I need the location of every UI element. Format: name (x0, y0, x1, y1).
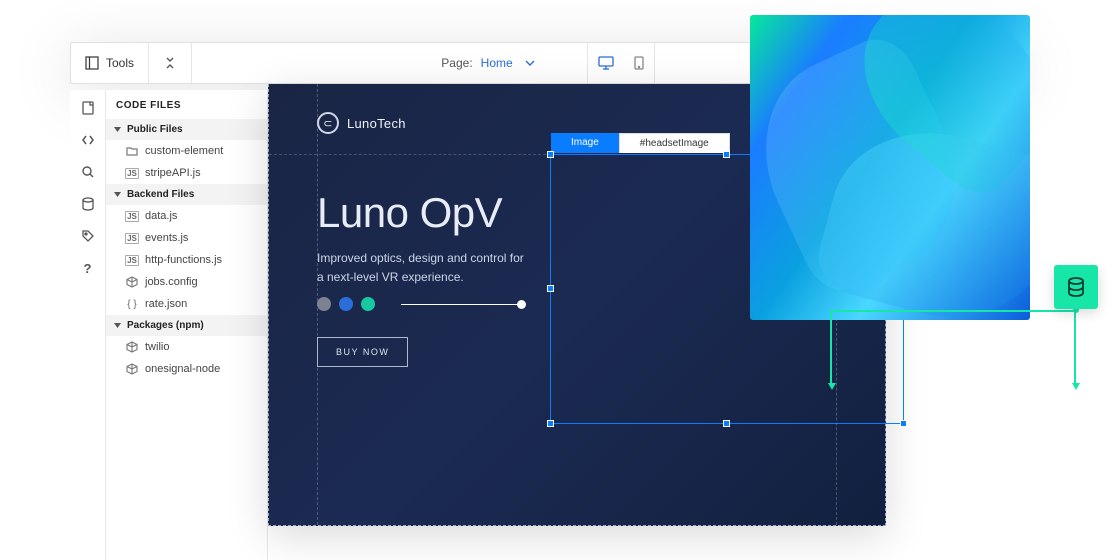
brand-logo-group[interactable]: ⊂ LunoTech (317, 112, 406, 134)
floating-preview-image[interactable] (750, 15, 1030, 320)
database-node[interactable] (1054, 265, 1098, 309)
page-label: Page: (441, 56, 472, 70)
js-icon: JS (126, 254, 138, 266)
caret-down-icon (114, 191, 121, 198)
config-icon (126, 276, 138, 288)
file-tree-item[interactable]: onesignal-node (106, 358, 267, 380)
pkg-icon (126, 363, 138, 375)
connector-line (830, 310, 1076, 312)
caret-down-icon (114, 322, 121, 329)
file-tree-item[interactable]: JS events.js (106, 227, 267, 249)
connector-line (1074, 310, 1076, 385)
json-icon: { } (126, 298, 138, 310)
collapse-button[interactable] (149, 56, 191, 70)
rail-help-icon[interactable]: ? (80, 260, 96, 276)
page-name: Home (481, 56, 513, 70)
file-tree-item[interactable]: { } rate.json (106, 293, 267, 315)
file-tree-item[interactable]: twilio (106, 336, 267, 358)
chevron-down-icon (525, 60, 535, 66)
resize-handle-se[interactable] (900, 420, 907, 427)
js-icon: JS (126, 167, 138, 179)
folder-icon (126, 145, 138, 157)
file-name-label: events.js (145, 232, 188, 244)
connector-arrow-icon (828, 383, 836, 390)
page-selector[interactable]: Page: Home (389, 43, 586, 83)
file-tree-item[interactable]: JS data.js (106, 205, 267, 227)
color-swatch[interactable] (361, 297, 375, 311)
file-group-header[interactable]: Backend Files (106, 184, 267, 205)
files-panel-title: CODE FILES (106, 90, 267, 119)
layout-icon (85, 56, 99, 70)
connector-arrow-icon (1072, 383, 1080, 390)
hero-title: Luno OpV (317, 189, 502, 237)
tools-label: Tools (106, 56, 134, 70)
rail-code-icon[interactable] (80, 132, 96, 148)
hero-subtitle: Improved optics, design and control for … (317, 249, 527, 287)
brightness-slider[interactable] (401, 304, 521, 305)
file-tree-item[interactable]: custom-element (106, 140, 267, 162)
database-icon (1065, 276, 1087, 298)
file-tree-item[interactable]: jobs.config (106, 271, 267, 293)
file-name-label: data.js (145, 210, 177, 222)
file-name-label: onesignal-node (145, 363, 220, 375)
desktop-icon (598, 56, 614, 70)
js-icon: JS (126, 232, 138, 244)
brand-logo-icon: ⊂ (317, 112, 339, 134)
connector-line (830, 310, 832, 385)
rail-page-icon[interactable] (80, 100, 96, 116)
color-swatch-row (317, 297, 521, 311)
buy-now-button[interactable]: BUY NOW (317, 337, 408, 367)
js-icon: JS (126, 210, 138, 222)
device-switcher (587, 43, 655, 83)
color-swatch[interactable] (317, 297, 331, 311)
file-tree-item[interactable]: JS stripeAPI.js (106, 162, 267, 184)
caret-down-icon (114, 126, 121, 133)
file-name-label: jobs.config (145, 276, 198, 288)
code-files-panel: CODE FILES Public Files custom-element JS s… (106, 90, 268, 560)
rail-tag-icon[interactable] (80, 228, 96, 244)
file-name-label: stripeAPI.js (145, 167, 201, 179)
file-name-label: rate.json (145, 298, 187, 310)
file-group-header[interactable]: Public Files (106, 119, 267, 140)
mobile-icon (634, 56, 644, 70)
brand-name: LunoTech (347, 116, 406, 131)
toolbar-spacer-left (192, 43, 389, 83)
color-swatch[interactable] (339, 297, 353, 311)
file-tree-item[interactable]: JS http-functions.js (106, 249, 267, 271)
left-icon-rail: ? (70, 90, 106, 560)
file-name-label: twilio (145, 341, 169, 353)
tools-button[interactable]: Tools (71, 56, 148, 70)
rail-search-icon[interactable] (80, 164, 96, 180)
file-group-label: Packages (npm) (127, 320, 204, 331)
desktop-device-button[interactable] (588, 43, 624, 83)
file-name-label: http-functions.js (145, 254, 222, 266)
pkg-icon (126, 341, 138, 353)
file-group-label: Backend Files (127, 189, 194, 200)
slider-handle[interactable] (517, 300, 526, 309)
rail-database-icon[interactable] (80, 196, 96, 212)
file-group-label: Public Files (127, 124, 183, 135)
mobile-device-button[interactable] (624, 43, 654, 83)
collapse-icon (163, 56, 177, 70)
file-name-label: custom-element (145, 145, 223, 157)
file-group-header[interactable]: Packages (npm) (106, 315, 267, 336)
